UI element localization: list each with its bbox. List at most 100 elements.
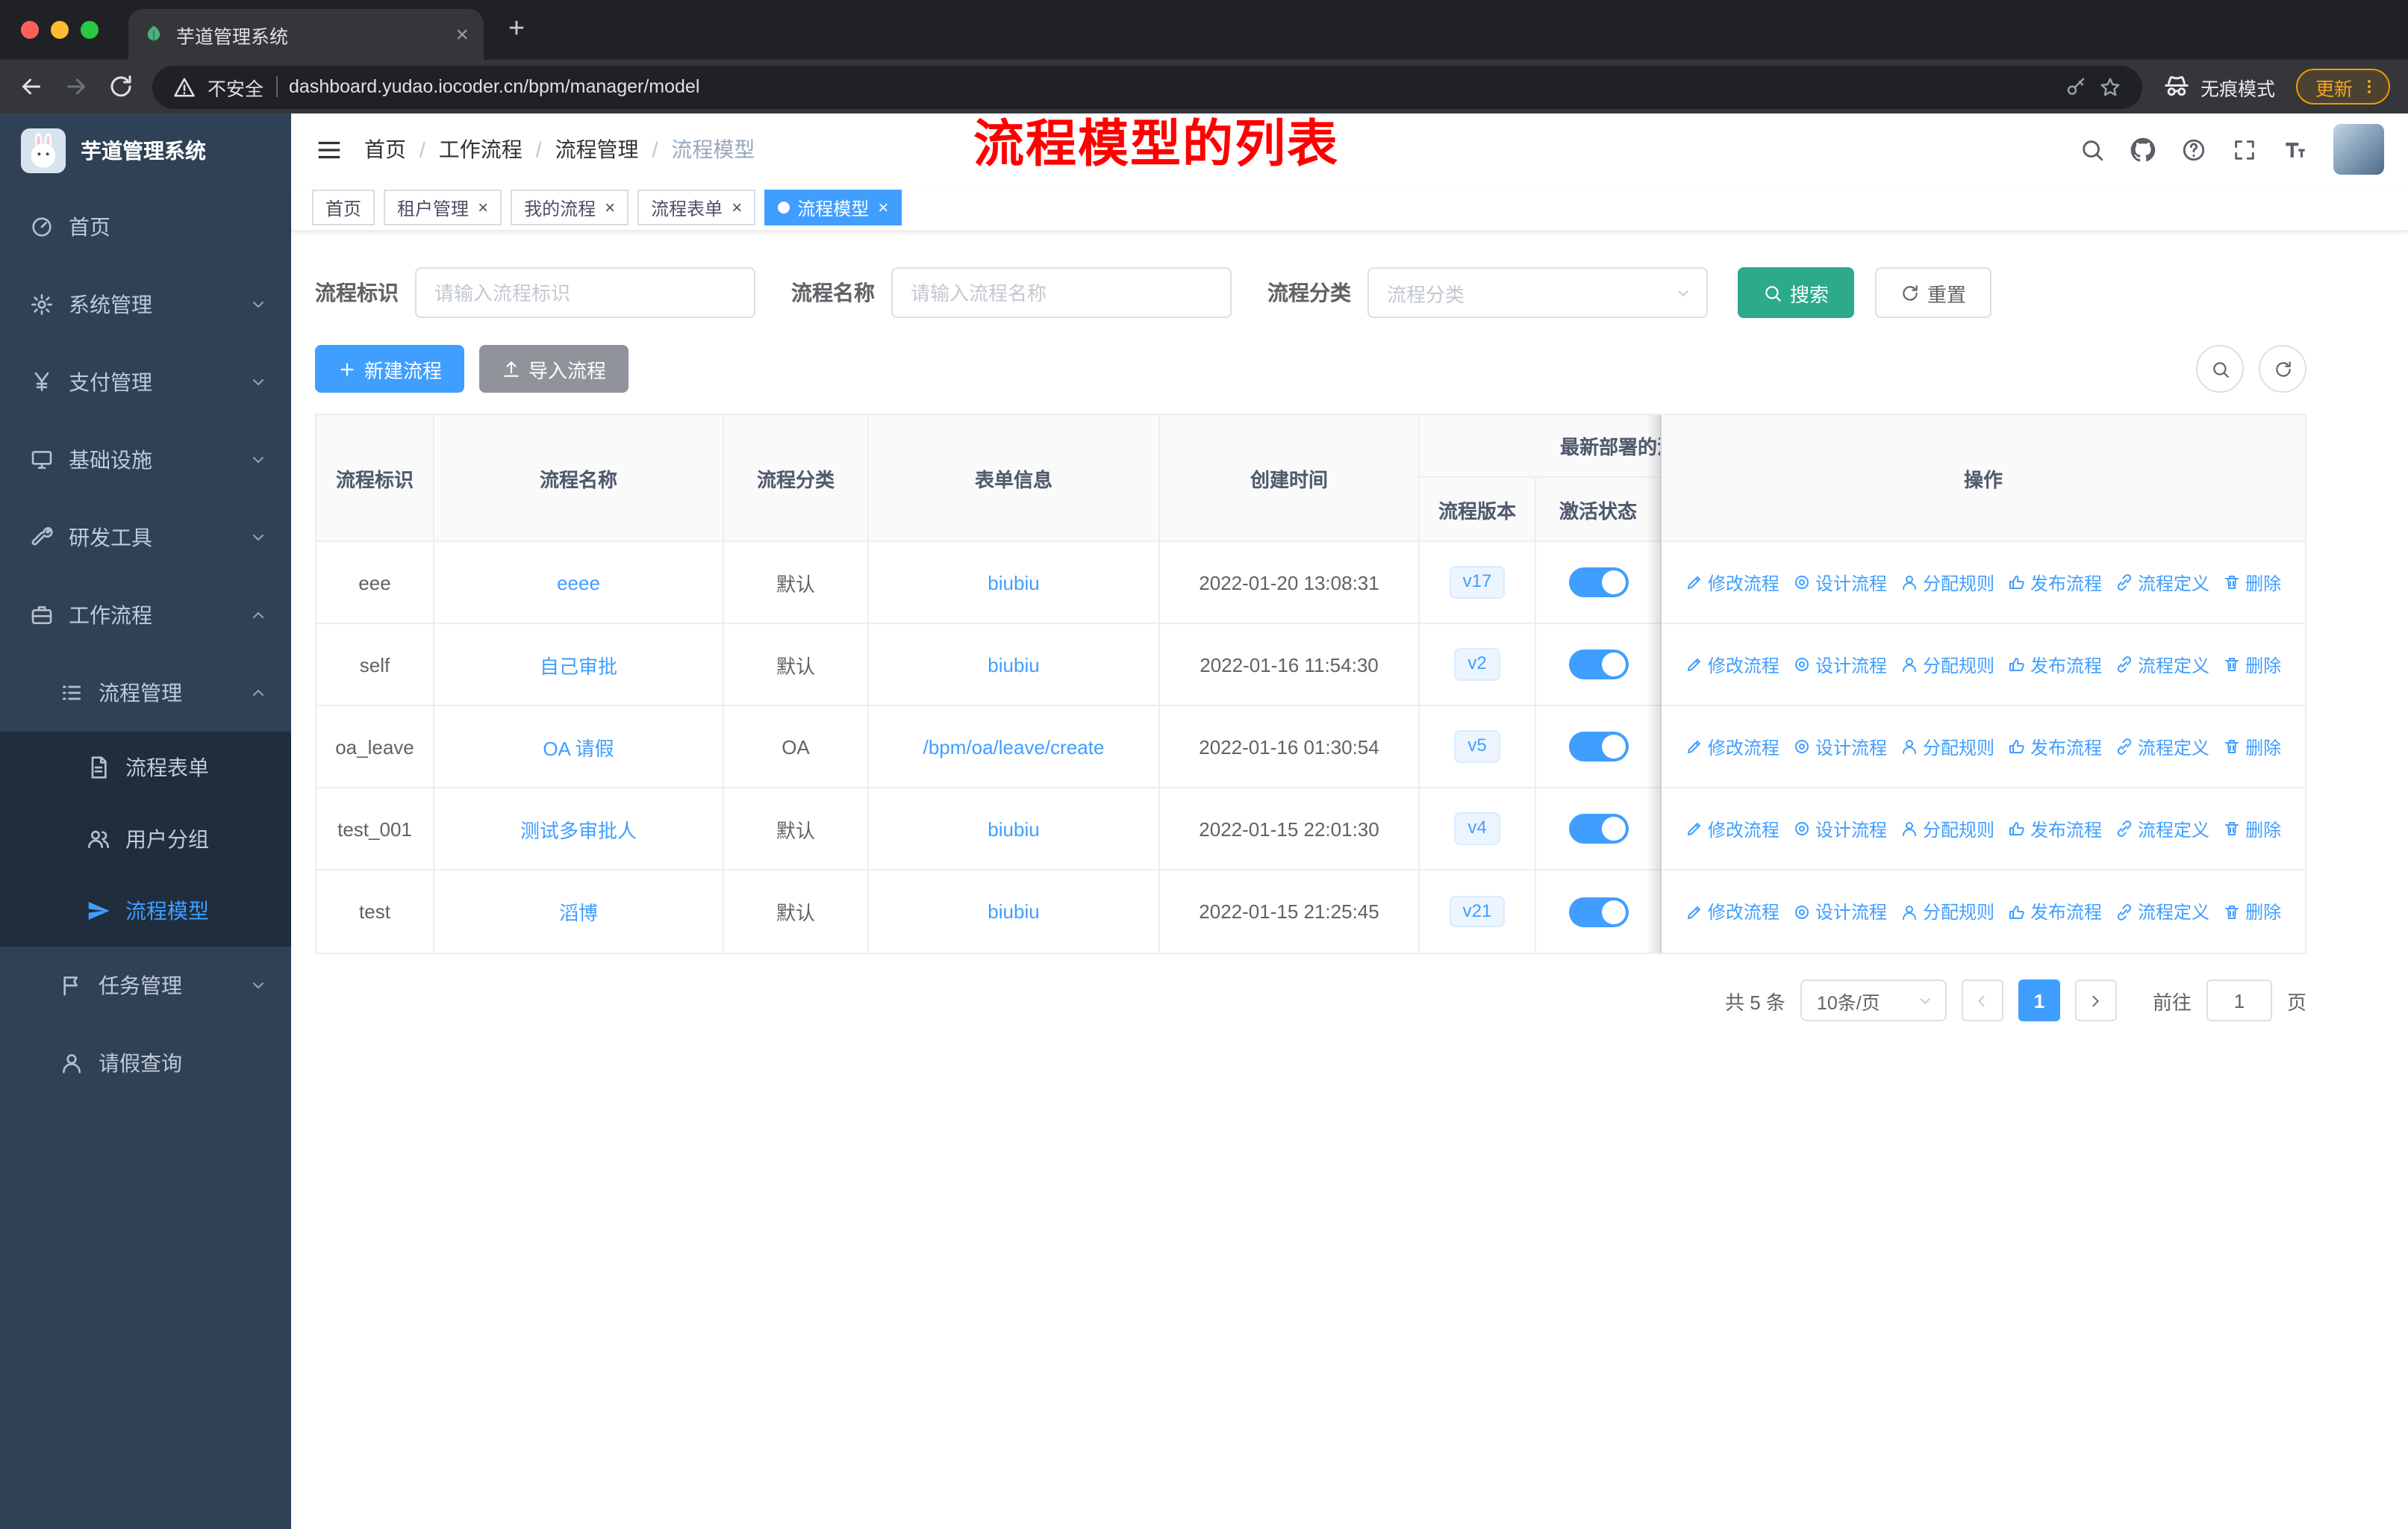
action-publish-link[interactable]: 发布流程 — [2008, 816, 2102, 841]
sidebar-item-process-model[interactable]: 流程模型 — [0, 875, 291, 947]
action-definition-link[interactable]: 流程定义 — [2115, 734, 2209, 759]
import-model-button[interactable]: 导入流程 — [479, 345, 629, 393]
tags-view-item-3[interactable]: 流程表单 × — [637, 190, 756, 225]
form-info-link[interactable]: biubiu — [988, 653, 1039, 676]
close-icon[interactable]: × — [878, 199, 888, 217]
action-delete-link[interactable]: 删除 — [2223, 899, 2281, 924]
help-icon[interactable] — [2181, 137, 2206, 162]
prev-page-button[interactable] — [1961, 980, 2003, 1021]
security-label[interactable]: 不安全 — [208, 72, 263, 101]
action-definition-link[interactable]: 流程定义 — [2115, 570, 2209, 595]
close-icon[interactable]: × — [478, 199, 488, 217]
sidebar-item-leave-query[interactable]: 请假查询 — [0, 1024, 291, 1102]
tab-close-icon[interactable]: × — [455, 23, 469, 46]
reset-button[interactable]: 重置 — [1875, 267, 1992, 318]
form-info-link[interactable]: biubiu — [988, 900, 1039, 923]
action-assign-rule-link[interactable]: 分配规则 — [1900, 816, 1994, 841]
address-bar[interactable]: 不安全 dashboard.yudao.iocoder.cn/bpm/manag… — [152, 65, 2142, 108]
action-modify-link[interactable]: 修改流程 — [1685, 899, 1780, 924]
active-toggle[interactable] — [1568, 567, 1628, 597]
action-design-link[interactable]: 设计流程 — [1793, 734, 1887, 759]
sidebar-item-user-group[interactable]: 用户分组 — [0, 803, 291, 875]
form-info-link[interactable]: /bpm/oa/leave/create — [923, 735, 1105, 758]
browser-tab[interactable]: 芋道管理系统 × — [128, 9, 484, 60]
model-name-link[interactable]: 自己审批 — [540, 650, 617, 679]
toggle-search-button[interactable] — [2196, 345, 2244, 393]
active-toggle[interactable] — [1568, 814, 1628, 844]
action-modify-link[interactable]: 修改流程 — [1685, 652, 1780, 677]
action-assign-rule-link[interactable]: 分配规则 — [1900, 570, 1994, 595]
action-design-link[interactable]: 设计流程 — [1793, 816, 1887, 841]
breadcrumb-item[interactable]: 流程管理 — [555, 134, 639, 164]
page-size-select[interactable]: 10条/页 — [1800, 980, 1947, 1021]
sidebar-item-devtools[interactable]: 研发工具 — [0, 499, 291, 576]
active-toggle[interactable] — [1568, 897, 1628, 927]
breadcrumb-item[interactable]: 工作流程 — [439, 134, 523, 164]
next-page-button[interactable] — [2074, 980, 2117, 1021]
close-window-button[interactable] — [21, 21, 39, 39]
new-tab-button[interactable]: + — [496, 9, 537, 51]
sidebar-item-task-manage[interactable]: 任务管理 — [0, 947, 291, 1024]
action-assign-rule-link[interactable]: 分配规则 — [1900, 652, 1994, 677]
github-icon[interactable] — [2130, 137, 2156, 162]
sidebar-item-infrastructure[interactable]: 基础设施 — [0, 421, 291, 499]
refresh-table-button[interactable] — [2259, 345, 2306, 393]
action-assign-rule-link[interactable]: 分配规则 — [1900, 734, 1994, 759]
model-name-link[interactable]: 滔博 — [559, 897, 598, 926]
fullscreen-icon[interactable] — [2232, 137, 2257, 162]
action-publish-link[interactable]: 发布流程 — [2008, 734, 2102, 759]
close-icon[interactable]: × — [732, 199, 742, 217]
user-avatar[interactable] — [2333, 124, 2384, 175]
password-key-icon[interactable] — [2065, 75, 2087, 98]
model-name-input[interactable] — [891, 267, 1232, 318]
breadcrumb-item[interactable]: 首页 — [364, 134, 406, 164]
action-design-link[interactable]: 设计流程 — [1793, 570, 1887, 595]
bookmark-star-icon[interactable] — [2099, 75, 2121, 98]
sidebar-item-workflow[interactable]: 工作流程 — [0, 576, 291, 654]
font-size-icon[interactable] — [2283, 137, 2308, 162]
action-publish-link[interactable]: 发布流程 — [2008, 570, 2102, 595]
model-name-link[interactable]: eeee — [557, 571, 600, 594]
sidebar-collapse-button[interactable] — [315, 135, 343, 164]
header-search-icon[interactable] — [2080, 137, 2105, 162]
tags-view-item-2[interactable]: 我的流程 × — [511, 190, 629, 225]
action-delete-link[interactable]: 删除 — [2223, 734, 2281, 759]
action-definition-link[interactable]: 流程定义 — [2115, 652, 2209, 677]
sidebar-item-home[interactable]: 首页 — [0, 188, 291, 266]
sidebar-item-process-manage[interactable]: 流程管理 — [0, 654, 291, 732]
tags-view-item-0[interactable]: 首页 — [312, 190, 375, 225]
create-model-button[interactable]: 新建流程 — [315, 345, 465, 393]
close-icon[interactable]: × — [605, 199, 615, 217]
search-button[interactable]: 搜索 — [1738, 267, 1855, 318]
action-design-link[interactable]: 设计流程 — [1793, 652, 1887, 677]
action-modify-link[interactable]: 修改流程 — [1685, 816, 1780, 841]
action-publish-link[interactable]: 发布流程 — [2008, 652, 2102, 677]
minimize-window-button[interactable] — [51, 21, 69, 39]
action-definition-link[interactable]: 流程定义 — [2115, 816, 2209, 841]
tags-view-item-1[interactable]: 租户管理 × — [384, 190, 502, 225]
form-info-link[interactable]: biubiu — [988, 818, 1039, 840]
action-delete-link[interactable]: 删除 — [2223, 570, 2281, 595]
active-toggle[interactable] — [1568, 732, 1628, 762]
model-id-input[interactable] — [415, 267, 755, 318]
active-toggle[interactable] — [1568, 650, 1628, 679]
action-delete-link[interactable]: 删除 — [2223, 652, 2281, 677]
tags-view-item-4[interactable]: 流程模型 × — [764, 190, 902, 225]
sidebar-item-process-form[interactable]: 流程表单 — [0, 732, 291, 803]
action-definition-link[interactable]: 流程定义 — [2115, 899, 2209, 924]
action-assign-rule-link[interactable]: 分配规则 — [1900, 899, 1994, 924]
model-name-link[interactable]: 测试多审批人 — [520, 815, 637, 843]
action-modify-link[interactable]: 修改流程 — [1685, 734, 1780, 759]
model-name-link[interactable]: OA 请假 — [543, 732, 614, 761]
page-number-1[interactable]: 1 — [2018, 980, 2060, 1021]
browser-menu-icon[interactable] — [2360, 78, 2378, 96]
category-select[interactable]: 流程分类 — [1367, 267, 1708, 318]
action-publish-link[interactable]: 发布流程 — [2008, 899, 2102, 924]
sidebar-item-system[interactable]: 系统管理 — [0, 266, 291, 343]
form-info-link[interactable]: biubiu — [988, 571, 1039, 594]
action-design-link[interactable]: 设计流程 — [1793, 899, 1887, 924]
sidebar-item-payment[interactable]: 支付管理 — [0, 343, 291, 421]
back-button[interactable] — [18, 73, 45, 100]
forward-button[interactable] — [63, 73, 90, 100]
action-modify-link[interactable]: 修改流程 — [1685, 570, 1780, 595]
